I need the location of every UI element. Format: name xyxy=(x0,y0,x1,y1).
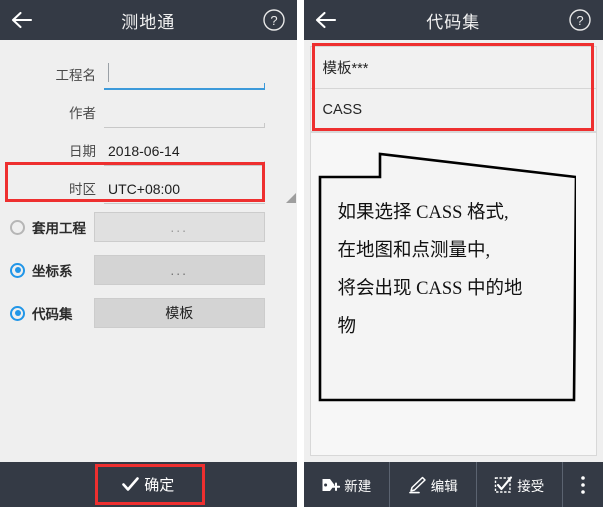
callout-line: 在地图和点测量中, xyxy=(337,241,491,261)
svg-text:?: ? xyxy=(576,13,583,28)
right-screen: 代码集 ? 模板*** CASS 如果选择 CASS 格式, 在地图和点测量中,… xyxy=(303,0,603,507)
callout-line: 将会出现 CASS 中的地 xyxy=(337,279,523,299)
left-bottom-bar: 确定 xyxy=(0,462,297,507)
checkbox-checked-icon xyxy=(495,475,513,493)
label-coordinate-system: 坐标系 xyxy=(32,264,73,279)
accept-button[interactable]: 接受 xyxy=(477,462,563,507)
code-set-list: 模板*** CASS xyxy=(309,46,597,132)
radio-template-project[interactable] xyxy=(10,219,25,235)
callout-text: 如果选择 CASS 格式, 在地图和点测量中, 将会出现 CASS 中的地 物 xyxy=(338,194,560,346)
coordinate-system-picker-button[interactable]: ... xyxy=(94,255,265,285)
new-button[interactable]: 新建 xyxy=(304,462,390,507)
tag-plus-icon xyxy=(322,478,341,491)
more-vertical-icon xyxy=(581,475,585,494)
spinner-triangle-icon xyxy=(285,193,296,203)
callout-bubble: 如果选择 CASS 格式, 在地图和点测量中, 将会出现 CASS 中的地 物 xyxy=(318,152,576,402)
left-titlebar: 测地通 ? xyxy=(0,0,297,40)
back-arrow-icon[interactable] xyxy=(304,11,348,29)
new-button-label: 新建 xyxy=(344,478,372,494)
right-titlebar: 代码集 ? xyxy=(303,0,603,40)
callout-line: 物 xyxy=(337,317,357,337)
date-input[interactable]: 2018-06-14 xyxy=(104,137,265,166)
edit-button[interactable]: 编辑 xyxy=(390,462,477,507)
option-row-coordinate-system[interactable]: 坐标系 ... xyxy=(0,250,297,290)
svg-text:?: ? xyxy=(270,13,277,28)
option-row-template-project[interactable]: 套用工程 ... xyxy=(0,207,297,247)
timezone-spinner[interactable]: UTC+08:00 xyxy=(104,175,265,204)
field-row-author: 作者 xyxy=(0,90,297,128)
overflow-menu-button[interactable] xyxy=(563,462,603,507)
check-icon xyxy=(122,477,140,491)
author-input[interactable] xyxy=(104,99,265,128)
back-arrow-icon[interactable] xyxy=(0,11,44,29)
project-name-input[interactable] xyxy=(104,60,265,90)
edit-button-label: 编辑 xyxy=(430,478,458,494)
page-title: 代码集 xyxy=(426,12,481,32)
confirm-button[interactable]: 确定 xyxy=(94,462,202,507)
accept-button-label: 接受 xyxy=(517,478,545,494)
callout-line: 如果选择 CASS 格式, xyxy=(337,203,509,223)
field-row-date: 日期 2018-06-14 xyxy=(0,128,297,166)
label-date: 日期 xyxy=(69,144,96,159)
page-title: 测地通 xyxy=(121,12,176,32)
option-row-code-set[interactable]: 代码集 模板 xyxy=(0,293,297,333)
label-timezone: 时区 xyxy=(69,182,96,197)
label-template-project: 套用工程 xyxy=(32,221,86,236)
confirm-button-label: 确定 xyxy=(144,477,175,494)
label-author: 作者 xyxy=(69,106,96,121)
help-circle-icon[interactable]: ? xyxy=(261,7,287,33)
left-screen: 测地通 ? 工程名 作者 日期 2018-06-14 时区 UTC+08:00 … xyxy=(0,0,298,507)
template-project-picker-button[interactable]: ... xyxy=(94,212,265,242)
label-code-set: 代码集 xyxy=(32,307,73,322)
dual-screenshot-container: 测地通 ? 工程名 作者 日期 2018-06-14 时区 UTC+08:00 … xyxy=(0,0,603,507)
list-item[interactable]: CASS xyxy=(311,89,597,131)
help-circle-icon[interactable]: ? xyxy=(567,7,593,33)
list-item[interactable]: 模板*** xyxy=(310,47,596,89)
radio-code-set[interactable] xyxy=(10,305,25,321)
label-project-name: 工程名 xyxy=(55,68,97,83)
project-form: 工程名 作者 日期 2018-06-14 时区 UTC+08:00 套用工程 .… xyxy=(0,40,297,462)
field-row-timezone: 时区 UTC+08:00 xyxy=(0,166,297,204)
code-set-picker-button[interactable]: 模板 xyxy=(94,298,265,328)
pencil-icon xyxy=(408,476,426,493)
right-bottom-bar: 新建 编辑 接受 xyxy=(303,462,603,507)
radio-coordinate-system[interactable] xyxy=(10,262,25,278)
code-set-list-area: 模板*** CASS 如果选择 CASS 格式, 在地图和点测量中, 将会出现 … xyxy=(303,40,603,462)
field-row-project-name: 工程名 xyxy=(0,52,297,90)
